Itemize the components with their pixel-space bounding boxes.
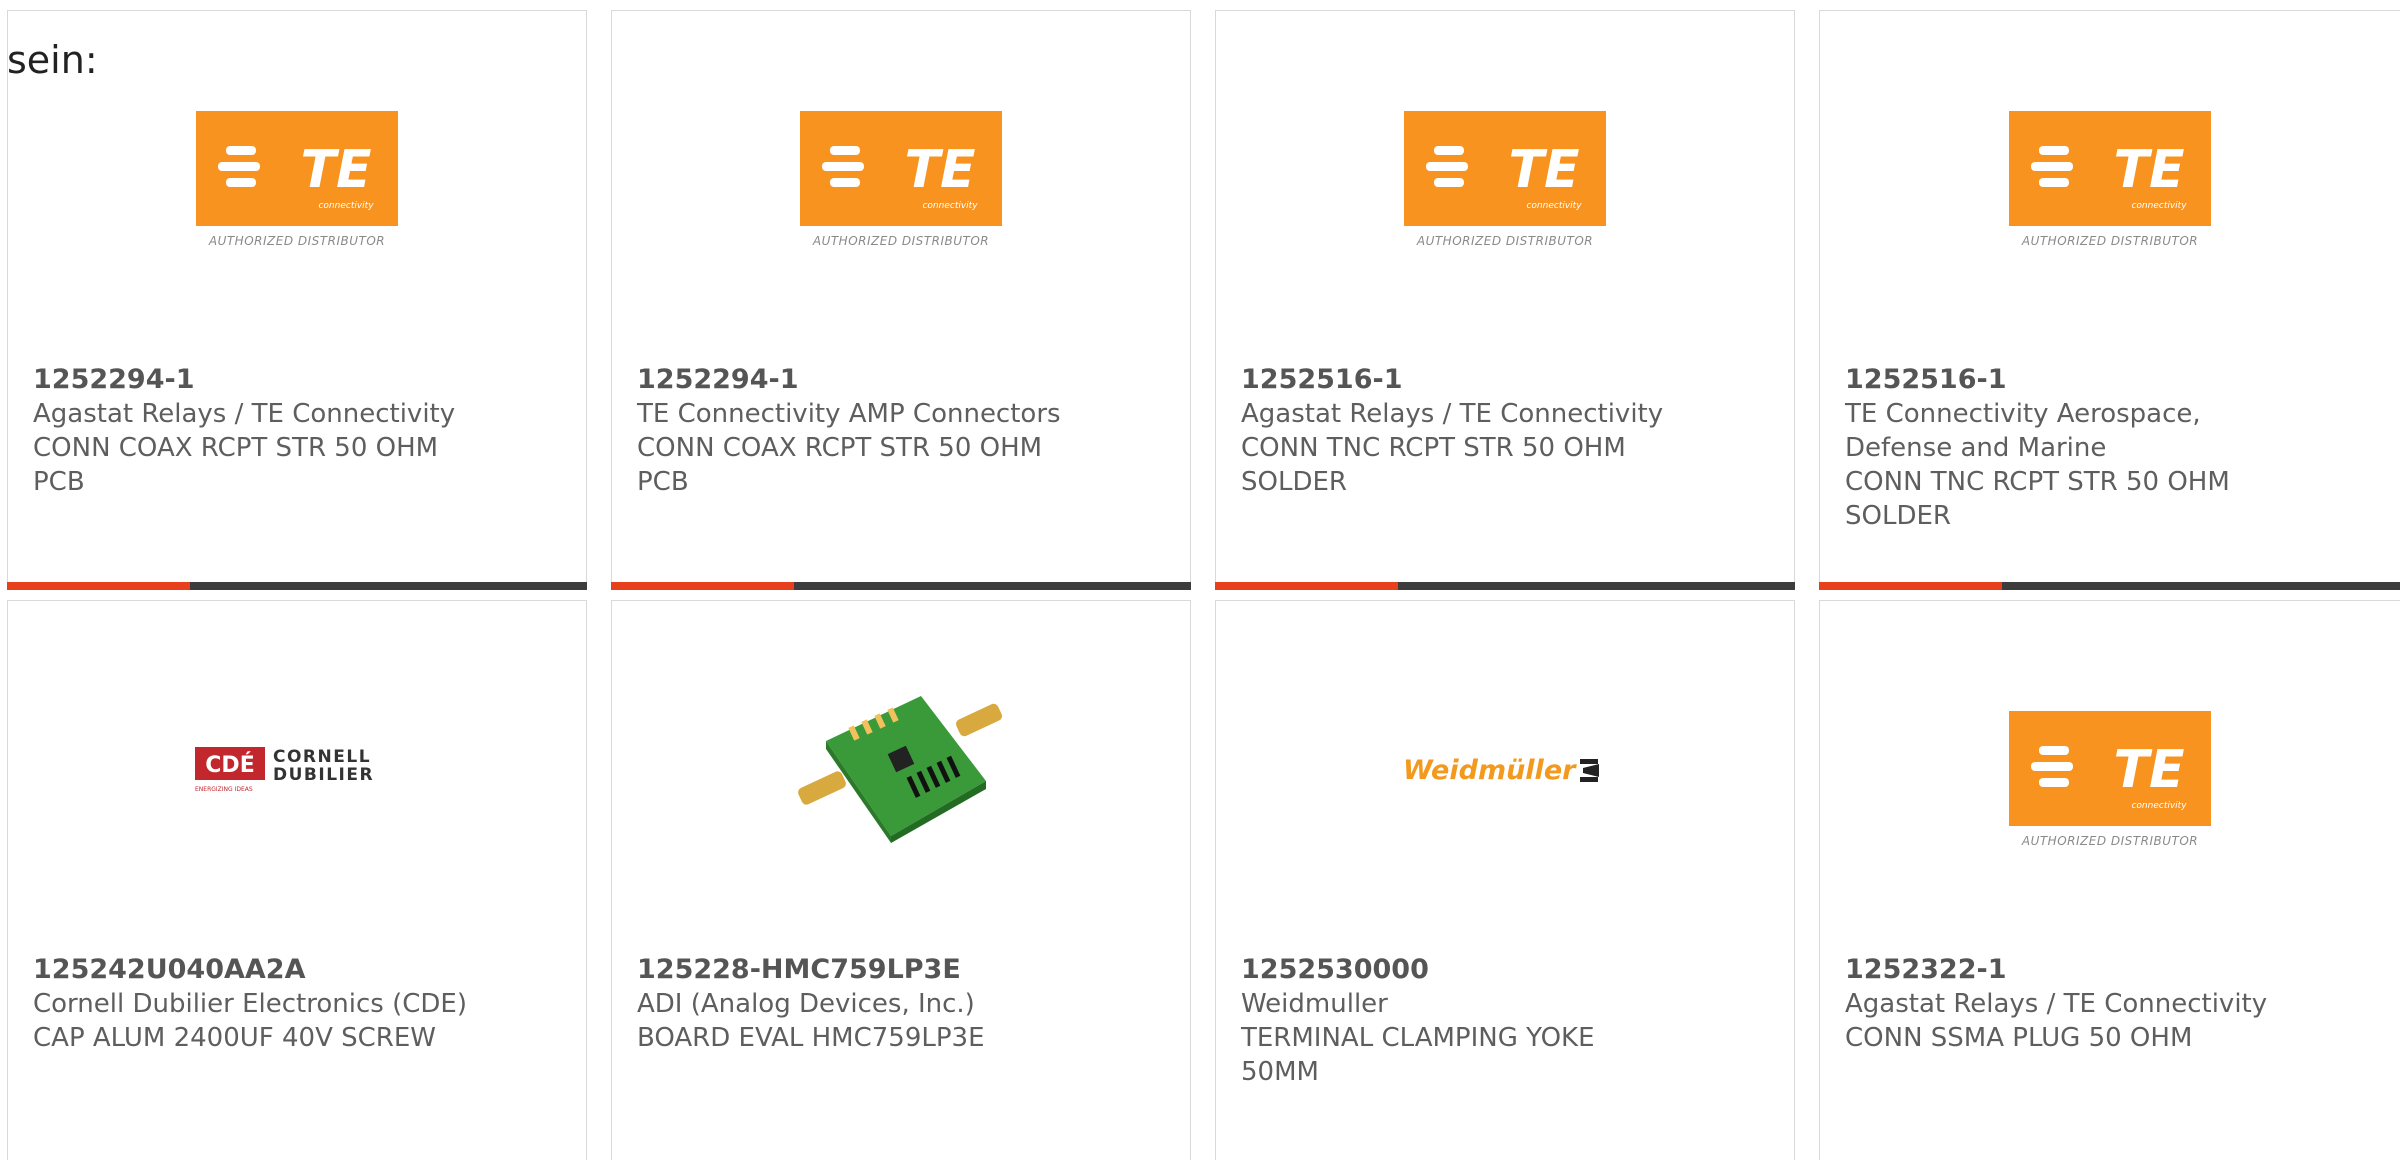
- product-card[interactable]: TE connectivity AUTHORIZED DISTRIBUTOR 1…: [7, 10, 587, 590]
- card-line: PCB: [637, 467, 689, 497]
- card-line: Cornell Dubilier Electronics (CDE): [33, 989, 467, 1019]
- te-logo-icon: TE connectivity: [1404, 111, 1606, 226]
- weidmuller-logo: Weidmüller: [1216, 751, 1794, 896]
- part-number[interactable]: 125228-HMC759LP3E: [637, 953, 1165, 987]
- card-bar-accent: [1215, 582, 1398, 590]
- card-line: PCB: [33, 467, 85, 497]
- card-line: ADI (Analog Devices, Inc.): [637, 989, 975, 1019]
- te-logo-text: TE: [2114, 740, 2185, 800]
- te-logo-text: TE: [2114, 140, 2185, 200]
- logo-tagline: AUTHORIZED DISTRIBUTOR: [1416, 234, 1594, 248]
- te-logo-sub: connectivity: [318, 201, 374, 211]
- te-logo-text: TE: [301, 140, 372, 200]
- te-logo-sub: connectivity: [2131, 801, 2187, 811]
- card-bar: [611, 582, 1191, 590]
- logo-tagline: AUTHORIZED DISTRIBUTOR: [812, 234, 990, 248]
- card-line: CONN TNC RCPT STR 50 OHM: [1845, 467, 2230, 497]
- te-logo-icon: TE connectivity: [2009, 111, 2211, 226]
- card-bar: [1215, 582, 1795, 590]
- cde-tagline: ENERGIZING IDEAS: [195, 786, 253, 793]
- te-logo-icon: TE connectivity: [196, 111, 398, 226]
- weidmuller-logo-text: Weidmüller: [1403, 755, 1577, 786]
- te-logo-sub: connectivity: [1526, 201, 1582, 211]
- logo-tagline: AUTHORIZED DISTRIBUTOR: [2021, 234, 2199, 248]
- cde-brand-1: CORNELL: [273, 747, 371, 767]
- part-number[interactable]: 1252516-1: [1845, 363, 2375, 397]
- card-line: BOARD EVAL HMC759LP3E: [637, 1023, 985, 1053]
- card-line: SOLDER: [1241, 467, 1347, 497]
- te-logo: TE connectivity AUTHORIZED DISTRIBUTOR: [1820, 111, 2400, 256]
- product-card[interactable]: CDÉ CORNELL DUBILIER ENERGIZING IDEAS 12…: [7, 600, 587, 1160]
- te-logo: TE connectivity AUTHORIZED DISTRIBUTOR: [1820, 711, 2400, 856]
- card-line: CONN TNC RCPT STR 50 OHM: [1241, 433, 1626, 463]
- te-logo-sub: connectivity: [922, 201, 978, 211]
- card-bar: [1819, 582, 2400, 590]
- te-logo: TE connectivity AUTHORIZED DISTRIBUTOR: [8, 111, 586, 256]
- card-line: CAP ALUM 2400UF 40V SCREW: [33, 1023, 436, 1053]
- product-card[interactable]: TE connectivity AUTHORIZED DISTRIBUTOR 1…: [1215, 10, 1795, 590]
- part-number[interactable]: 1252294-1: [637, 363, 1165, 397]
- card-line: SOLDER: [1845, 501, 1951, 531]
- logo-tagline: AUTHORIZED DISTRIBUTOR: [208, 234, 386, 248]
- te-logo-text: TE: [905, 140, 976, 200]
- part-number[interactable]: 1252516-1: [1241, 363, 1769, 397]
- product-card[interactable]: 125228-HMC759LP3E ADI (Analog Devices, I…: [611, 600, 1191, 1160]
- product-card[interactable]: Weidmüller 1252530000 Weidmuller TERMINA…: [1215, 600, 1795, 1160]
- weidmuller-logo-icon: Weidmüller: [1403, 755, 1599, 786]
- te-logo-icon: TE connectivity: [2009, 711, 2211, 826]
- part-number[interactable]: 125242U040AA2A: [33, 953, 561, 987]
- te-logo-icon: TE connectivity: [800, 111, 1002, 226]
- card-line: Agastat Relays / TE Connectivity: [33, 399, 456, 429]
- part-number[interactable]: 1252294-1: [33, 363, 561, 397]
- card-line: 50MM: [1241, 1057, 1319, 1087]
- lead-text: sein:: [7, 38, 98, 82]
- product-card[interactable]: TE connectivity AUTHORIZED DISTRIBUTOR 1…: [1819, 10, 2400, 590]
- te-logo: TE connectivity AUTHORIZED DISTRIBUTOR: [1216, 111, 1794, 256]
- card-bar: [7, 582, 587, 590]
- card-bar-accent: [1819, 582, 2002, 590]
- cde-brand-2: DUBILIER: [273, 765, 374, 785]
- logo-tagline: AUTHORIZED DISTRIBUTOR: [2021, 834, 2199, 848]
- te-logo-text: TE: [1509, 140, 1580, 200]
- product-card[interactable]: TE connectivity AUTHORIZED DISTRIBUTOR 1…: [1819, 600, 2400, 1160]
- card-line: Agastat Relays / TE Connectivity: [1241, 399, 1664, 429]
- eval-board-image: [612, 671, 1190, 843]
- cde-logo: CDÉ CORNELL DUBILIER ENERGIZING IDEAS: [8, 741, 586, 886]
- card-line: CONN COAX RCPT STR 50 OHM: [637, 433, 1043, 463]
- product-card[interactable]: TE connectivity AUTHORIZED DISTRIBUTOR 1…: [611, 10, 1191, 590]
- card-line: Agastat Relays / TE Connectivity: [1845, 989, 2268, 1019]
- card-line: Defense and Marine: [1845, 433, 2107, 463]
- eval-board-icon: [798, 696, 1003, 843]
- part-number[interactable]: 1252322-1: [1845, 953, 2375, 987]
- te-logo: TE connectivity AUTHORIZED DISTRIBUTOR: [612, 111, 1190, 256]
- part-number[interactable]: 1252530000: [1241, 953, 1769, 987]
- card-line: TE Connectivity Aerospace,: [1845, 399, 2201, 429]
- card-line: Weidmuller: [1241, 989, 1388, 1019]
- card-bar-accent: [611, 582, 794, 590]
- cde-logo-text: CDÉ: [205, 752, 254, 778]
- card-bar-accent: [7, 582, 190, 590]
- cde-logo-icon: CDÉ CORNELL DUBILIER ENERGIZING IDEAS: [194, 747, 374, 793]
- card-line: CONN COAX RCPT STR 50 OHM: [33, 433, 439, 463]
- card-line: TE Connectivity AMP Connectors: [637, 399, 1061, 429]
- card-line: TERMINAL CLAMPING YOKE: [1241, 1023, 1595, 1053]
- card-line: CONN SSMA PLUG 50 OHM: [1845, 1023, 2193, 1053]
- te-logo-sub: connectivity: [2131, 201, 2187, 211]
